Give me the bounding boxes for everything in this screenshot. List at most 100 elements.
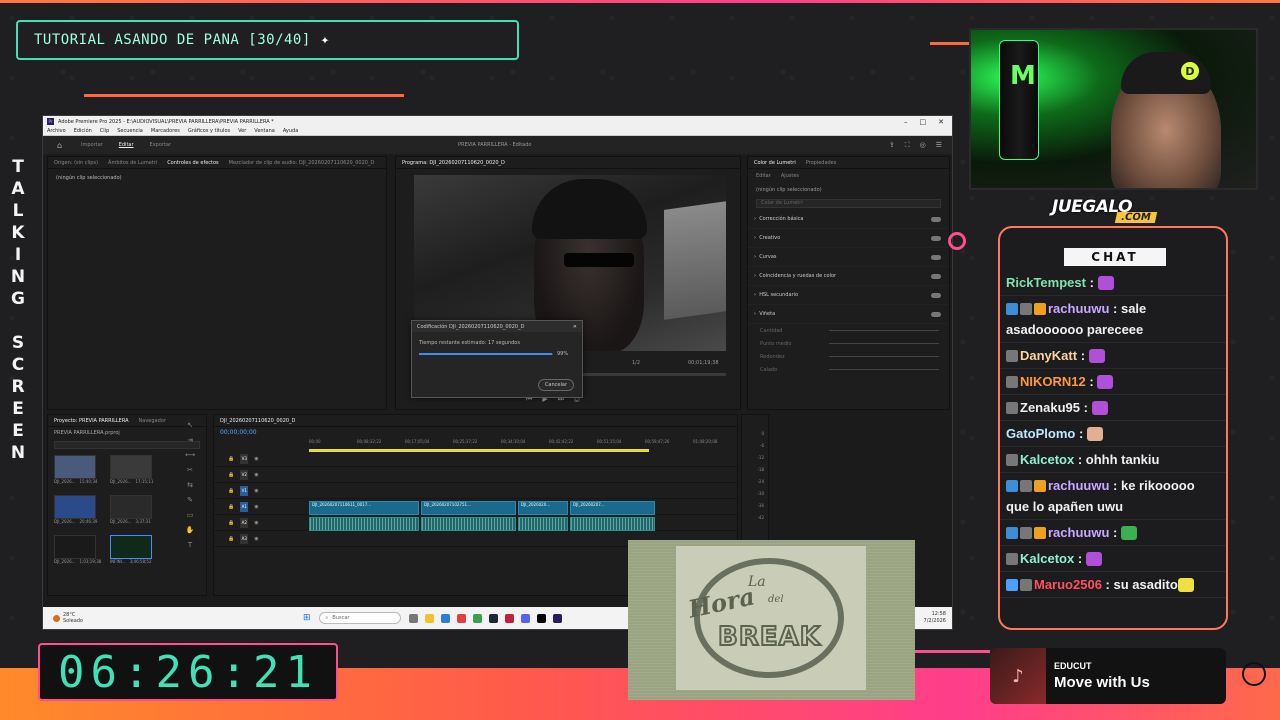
timeline-ruler[interactable]: 00;00 00;08;32;22 00;17;05;04 00;25;37;22 00… (309, 439, 717, 449)
video-clip[interactable]: DJI_2026020... (518, 501, 568, 515)
audio-clip[interactable] (421, 517, 516, 531)
lock-icon[interactable]: 🔒 (228, 536, 234, 542)
lumetri-section[interactable]: › Viñeta (748, 305, 949, 324)
close-icon[interactable]: ✕ (938, 118, 944, 126)
tab-browser[interactable]: Navegador (139, 418, 166, 424)
app-icon[interactable] (440, 613, 450, 623)
lumetri-section[interactable]: › HSL secundario (748, 286, 949, 305)
menu-item[interactable]: Archivo (47, 128, 66, 134)
fullscreen-icon[interactable]: ⛶ (905, 141, 910, 150)
section-toggle[interactable] (931, 273, 941, 279)
chat-username[interactable]: rachuuwu (1048, 478, 1109, 493)
project-thumbnail[interactable]: DJI_2026... 1;03;19;38 (54, 535, 101, 564)
chat-username[interactable]: RickTempest (1006, 275, 1086, 290)
lock-icon[interactable]: 🔒 (228, 504, 234, 510)
taskbar-clock[interactable]: 12:58 7/2/2026 (924, 611, 952, 625)
menu-item[interactable]: Gráficos y títulos (188, 128, 230, 134)
slider-track[interactable] (829, 343, 939, 344)
folder-icon[interactable] (424, 613, 434, 623)
taskbar-search[interactable]: ⌕ Buscar (318, 612, 401, 624)
discord-icon[interactable] (520, 613, 530, 623)
tab-edit[interactable]: Editar (119, 142, 134, 148)
maximize-icon[interactable]: □ (920, 118, 927, 126)
menu-item[interactable]: Clip (100, 128, 109, 134)
app-icon[interactable] (504, 613, 514, 623)
tab-lumetri-scopes[interactable]: Ámbitos de Lumetri (108, 160, 157, 166)
lumetri-slider[interactable]: Redondez (748, 350, 949, 363)
chat-username[interactable]: DanyKatt (1020, 348, 1077, 363)
audio-clip[interactable] (570, 517, 655, 531)
menu-item[interactable]: Ver (238, 128, 246, 134)
steam-icon[interactable] (488, 613, 498, 623)
fit-dropdown[interactable]: 1/2 (632, 360, 640, 366)
menu-item[interactable]: Ayuda (283, 128, 298, 134)
chat-username[interactable]: rachuuwu (1048, 525, 1109, 540)
lumetri-slider[interactable]: Calado (748, 363, 949, 376)
menu-item[interactable]: Edición (74, 128, 92, 134)
start-icon[interactable]: ⊞ (303, 613, 311, 623)
section-toggle[interactable] (931, 235, 941, 241)
eye-icon[interactable]: ◉ (254, 520, 258, 526)
tab-import[interactable]: Importar (81, 142, 103, 148)
lumetri-presets-tab[interactable]: Ajustes (781, 173, 799, 179)
menu-icon[interactable]: ☰ (936, 141, 942, 150)
audio-clip[interactable] (309, 517, 419, 531)
section-toggle[interactable] (931, 292, 941, 298)
chat-username[interactable]: Kalcetox (1020, 551, 1074, 566)
track-target[interactable]: V1 (240, 485, 249, 496)
selection-tool-icon[interactable]: ↖ (187, 421, 193, 429)
track-target[interactable]: A1 (240, 501, 249, 512)
tab-sequence[interactable]: DJI_20260207110620_0020_D (220, 418, 295, 424)
project-thumbnail[interactable]: DJI_2026... 17;15;11 (110, 455, 153, 484)
video-clip[interactable]: DJI_20260207... (570, 501, 655, 515)
section-toggle[interactable] (931, 311, 941, 317)
share-icon[interactable]: ⇪ (889, 141, 895, 150)
project-thumbnail[interactable]: DJI_2026... 20;46;39 (54, 495, 97, 524)
eye-icon[interactable]: ◉ (254, 488, 258, 494)
eye-icon[interactable]: ◉ (254, 456, 258, 462)
tab-properties[interactable]: Propiedades (806, 160, 837, 166)
lock-icon[interactable]: 🔒 (228, 488, 234, 494)
minimize-icon[interactable]: – (904, 118, 908, 126)
lumetri-section[interactable]: › Creativo (748, 229, 949, 248)
cancel-button[interactable]: Cancelar (537, 379, 574, 391)
chat-username[interactable]: Zenaku95 (1020, 400, 1080, 415)
chat-username[interactable]: NIKORN12 (1020, 374, 1086, 389)
lumetri-edit-tab[interactable]: Editar (756, 173, 771, 179)
app-icon[interactable] (536, 613, 546, 623)
chat-username[interactable]: rachuuwu (1048, 301, 1109, 316)
tab-source[interactable]: Origen: (sin clips) (54, 160, 98, 166)
tab-export[interactable]: Exportar (150, 142, 172, 148)
menu-item[interactable]: Secuencia (117, 128, 143, 134)
ripple-edit-icon[interactable]: ⟷ (185, 451, 195, 459)
chrome-icon[interactable] (472, 613, 482, 623)
project-thumbnail[interactable]: DJI_2026... 15;40;34 (54, 455, 97, 484)
tab-program[interactable]: Programa: DJI_20260207110620_0020_D (402, 160, 505, 166)
lumetri-dropdown[interactable]: Color de Lumetri (756, 199, 941, 208)
app-icon[interactable] (408, 613, 418, 623)
lumetri-section[interactable]: › Curvas (748, 248, 949, 267)
lumetri-slider[interactable]: Cantidad (748, 324, 949, 337)
project-search-input[interactable] (54, 441, 200, 449)
video-clip[interactable]: DJI_20260207110611_0017... (309, 501, 419, 515)
track-select-icon[interactable]: ⇥ (187, 436, 193, 444)
razor-tool-icon[interactable]: ✂ (187, 466, 193, 474)
rect-tool-icon[interactable]: ▭ (187, 511, 194, 519)
track-target[interactable]: V3 (240, 453, 249, 464)
dialog-close-icon[interactable]: ✕ (573, 324, 577, 330)
project-thumbnail[interactable]: INFINI... 3;46;58;52 (110, 535, 152, 564)
lock-icon[interactable]: 🔒 (228, 456, 234, 462)
hand-tool-icon[interactable]: ✋ (186, 526, 195, 534)
lumetri-section[interactable]: › Coincidencia y ruedas de color (748, 267, 949, 286)
menu-item[interactable]: Ventana (254, 128, 275, 134)
chat-username[interactable]: Kalcetox (1020, 452, 1074, 467)
menu-item[interactable]: Marcadores (151, 128, 180, 134)
slip-tool-icon[interactable]: ⇆ (187, 481, 193, 489)
chat-username[interactable]: Maruo2506 (1034, 577, 1102, 592)
home-icon[interactable]: ⌂ (57, 141, 65, 150)
track-target[interactable]: V2 (240, 469, 249, 480)
track-target[interactable]: A3 (240, 533, 249, 544)
lumetri-section[interactable]: › Corrección básica (748, 210, 949, 229)
tab-audio-mixer[interactable]: Mezclador de clip de audio: DJI_20260207… (229, 160, 375, 166)
tab-lumetri-color[interactable]: Color de Lumetri (754, 160, 796, 166)
